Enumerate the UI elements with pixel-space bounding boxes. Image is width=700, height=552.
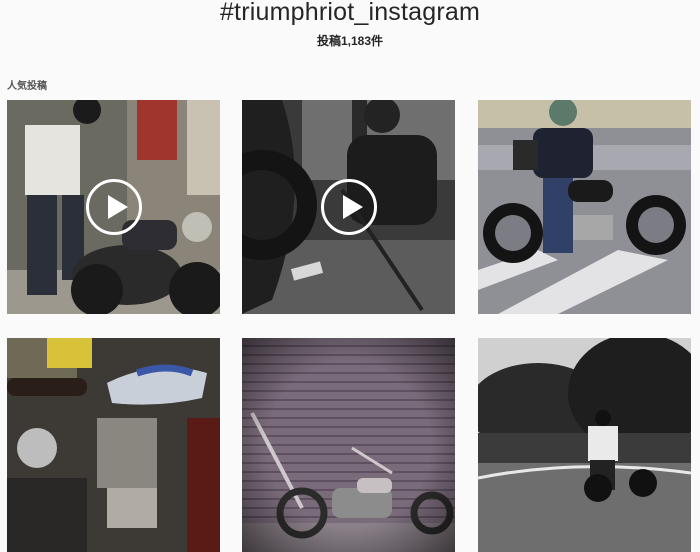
chopper-motorcycle-photo [242, 338, 455, 552]
post-thumbnail[interactable] [242, 100, 455, 314]
hashtag-title: #triumphriot_instagram [219, 0, 481, 26]
post-thumbnail[interactable] [242, 338, 455, 552]
play-icon [320, 179, 377, 235]
triumph-tank-photo [7, 338, 220, 552]
post-thumbnail[interactable] [7, 100, 220, 314]
post-thumbnail[interactable] [7, 338, 220, 552]
motorcycle-street-photo [478, 100, 691, 314]
top-posts-heading: 人気投稿 [7, 81, 47, 92]
post-count: 投稿1,183件 [316, 34, 384, 48]
motorcycle-road-photo [478, 338, 691, 552]
post-thumbnail[interactable] [478, 338, 691, 552]
post-thumbnail[interactable] [478, 100, 691, 314]
play-icon [85, 179, 142, 235]
